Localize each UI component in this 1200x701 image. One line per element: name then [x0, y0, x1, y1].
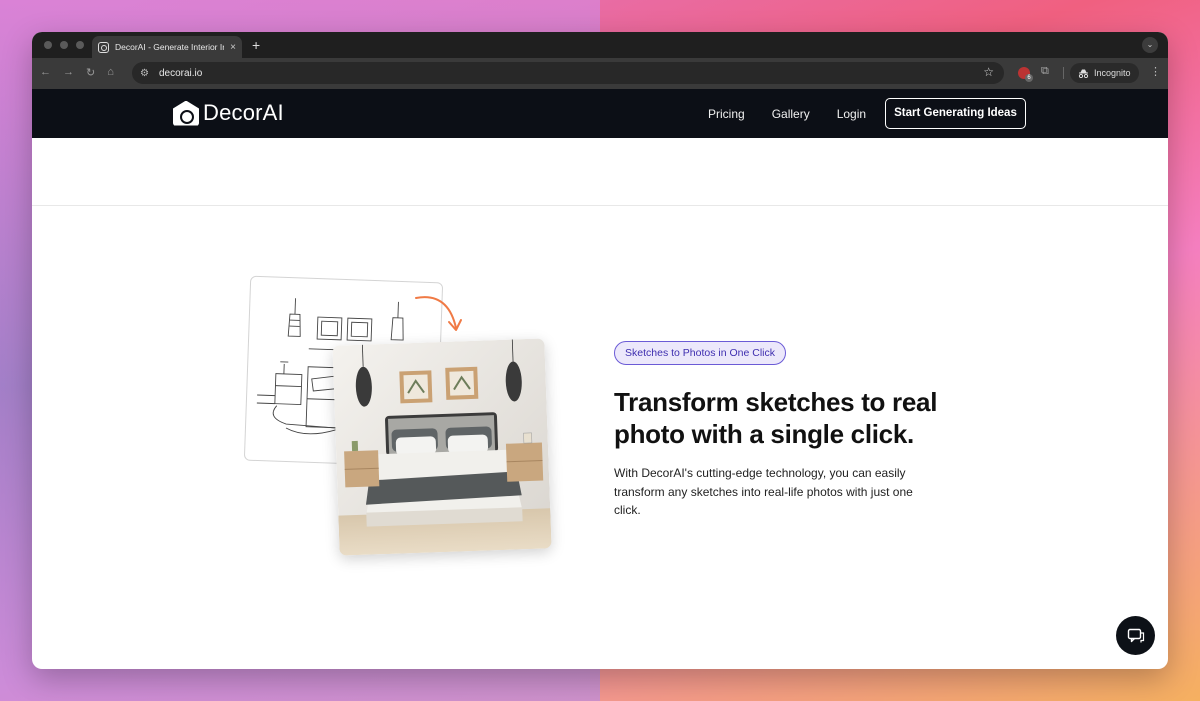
blank-section: [32, 138, 1168, 206]
hero-section: Sketches to Photos in One Click Transfor…: [32, 206, 1168, 669]
reload-icon[interactable]: ↻: [86, 66, 95, 79]
bedroom-render: [332, 338, 552, 556]
house-logo-icon: [173, 100, 199, 126]
maximize-window-button[interactable]: [76, 41, 84, 49]
browser-toolbar: ← → ↻ ⌂ ⚙ decorai.io ☆ 6 ⧉ Incognito ⋮: [32, 58, 1168, 89]
incognito-indicator[interactable]: Incognito: [1070, 63, 1139, 83]
nav-link-login[interactable]: Login: [837, 107, 866, 121]
site-header: DecorAI Pricing Gallery Login Start Gene…: [32, 89, 1168, 138]
close-window-button[interactable]: [44, 41, 52, 49]
hero-headline: Transform sketches to real photo with a …: [614, 387, 938, 449]
url-text: decorai.io: [158, 67, 203, 79]
window-controls: [44, 41, 84, 49]
incognito-label: Incognito: [1094, 68, 1131, 78]
site-info-icon[interactable]: ⚙: [140, 68, 149, 79]
main-nav: Pricing Gallery Login: [708, 89, 866, 138]
extensions-puzzle-icon[interactable]: ⧉: [1041, 65, 1049, 78]
nav-link-gallery[interactable]: Gallery: [772, 107, 810, 121]
forward-arrow-icon[interactable]: →: [63, 66, 74, 79]
tab-close-icon[interactable]: ×: [230, 42, 236, 53]
hero-description: With DecorAI's cutting-edge technology, …: [614, 466, 913, 517]
extension-badge: 6: [1025, 74, 1033, 82]
tab-search-chevron-icon[interactable]: ⌄: [1142, 37, 1158, 53]
home-icon[interactable]: ⌂: [107, 66, 114, 79]
minimize-window-button[interactable]: [60, 41, 68, 49]
browser-window: DecorAI - Generate Interior In × + ⌄ ← →…: [32, 32, 1168, 669]
address-bar[interactable]: ⚙ decorai.io ☆: [132, 62, 1004, 84]
curved-arrow-icon: [415, 296, 462, 331]
tab-title: DecorAI - Generate Interior In: [115, 42, 225, 52]
logo-text: DecorAI: [203, 100, 284, 125]
feature-badge: Sketches to Photos in One Click: [614, 341, 786, 365]
nav-link-pricing[interactable]: Pricing: [708, 107, 745, 121]
favicon-icon: [98, 41, 109, 53]
extension-icon[interactable]: 6: [1018, 67, 1033, 82]
back-arrow-icon[interactable]: ←: [40, 66, 51, 79]
incognito-icon: [1078, 69, 1089, 78]
browser-tab[interactable]: DecorAI - Generate Interior In ×: [92, 36, 242, 58]
site-logo[interactable]: DecorAI: [173, 100, 284, 126]
tab-bar: DecorAI - Generate Interior In × + ⌄: [32, 32, 1168, 58]
chat-widget-button[interactable]: [1116, 616, 1155, 655]
start-generating-button[interactable]: Start Generating Ideas: [885, 98, 1026, 129]
chat-icon: [1127, 628, 1144, 642]
bookmark-star-icon[interactable]: ☆: [983, 65, 994, 79]
toolbar-divider: [1063, 67, 1064, 79]
browser-menu-icon[interactable]: ⋮: [1150, 65, 1161, 78]
new-tab-button[interactable]: +: [252, 37, 260, 53]
bedroom-photo-image: [332, 338, 552, 556]
